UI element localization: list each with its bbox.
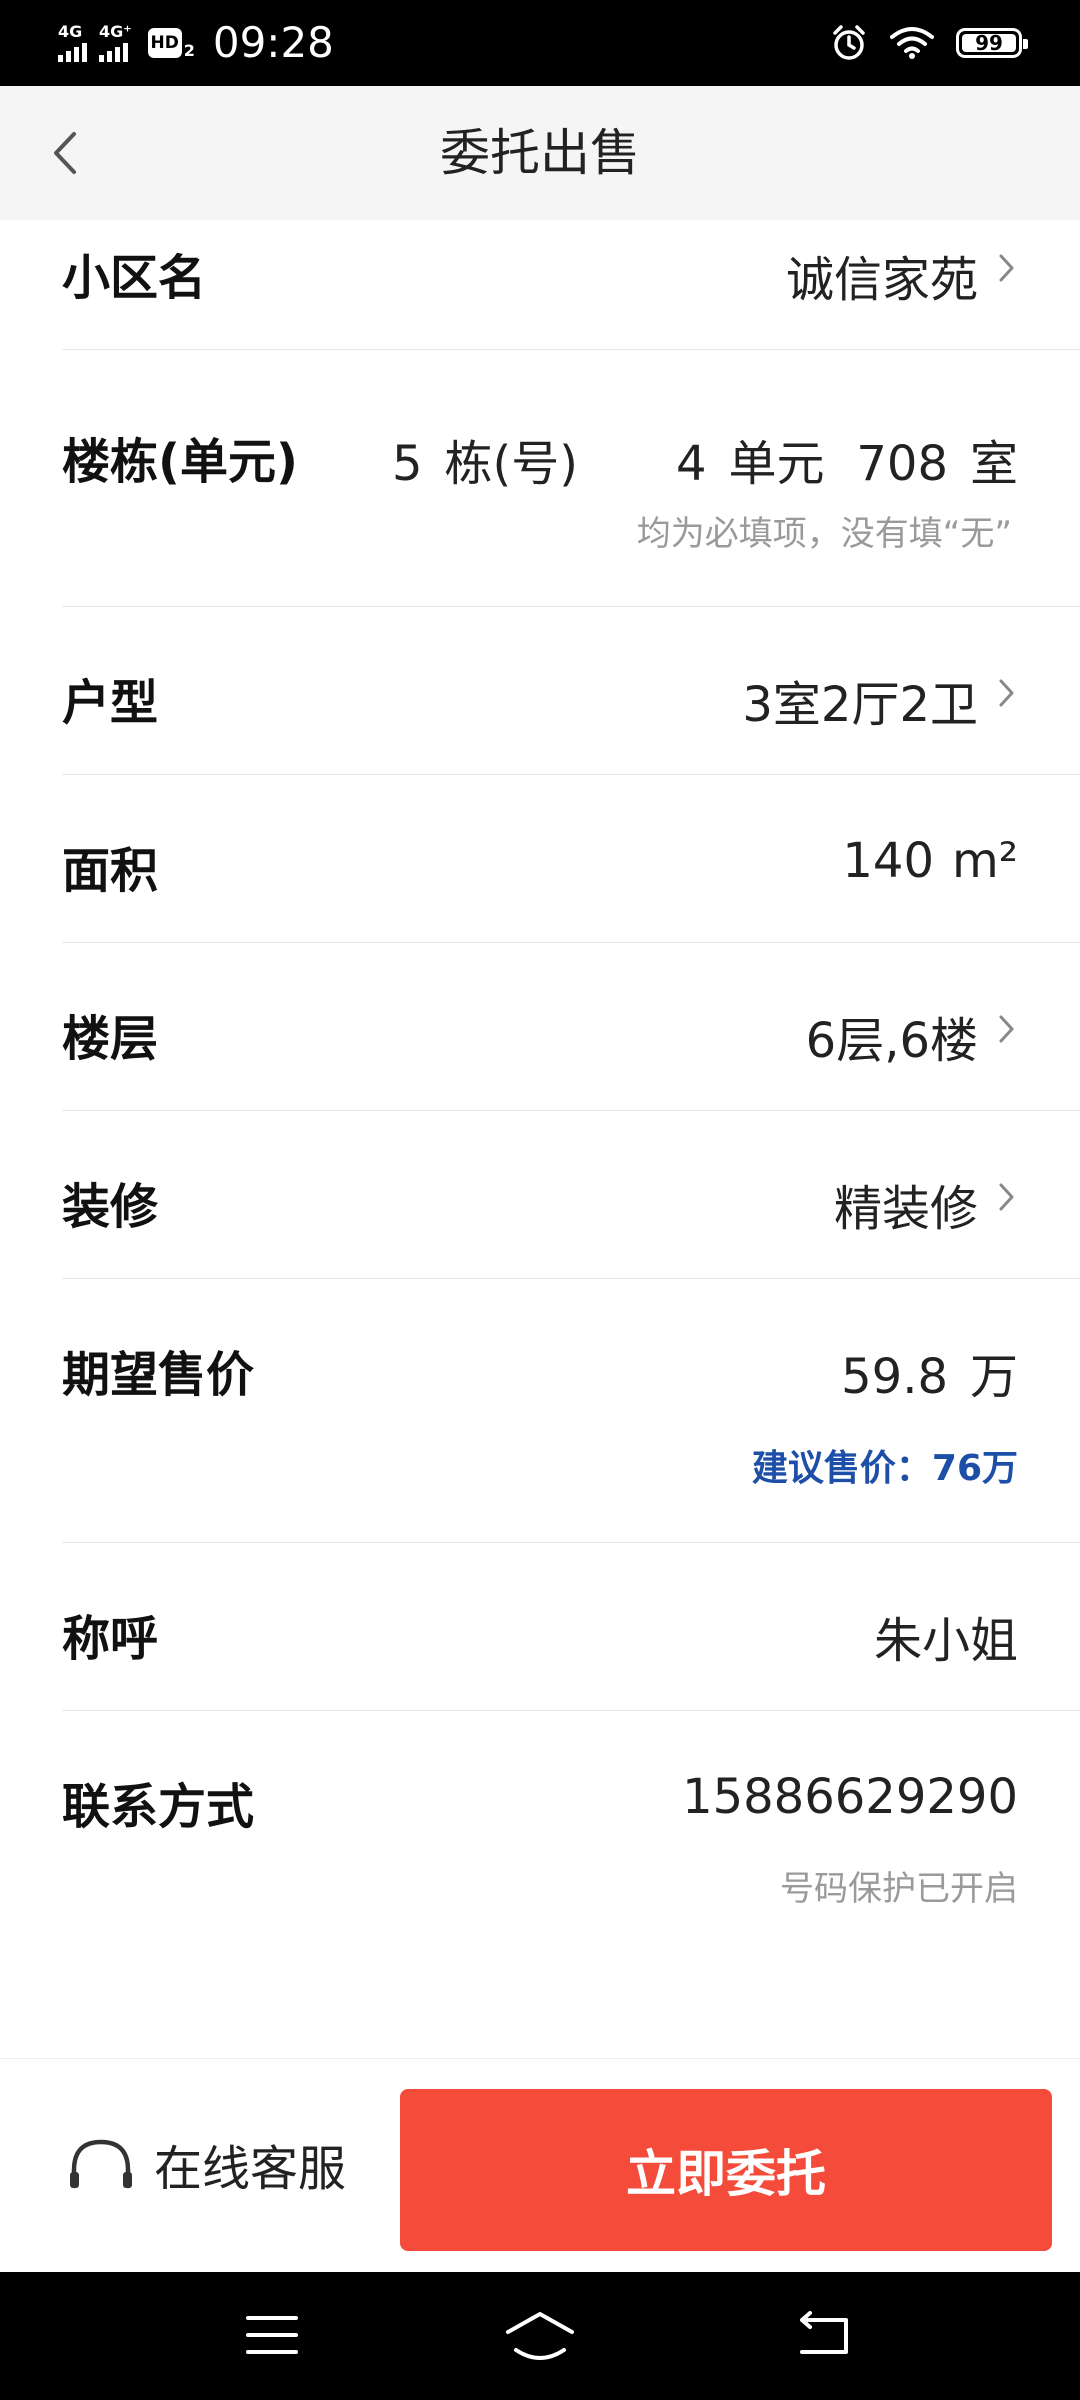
chevron-right-icon (999, 1015, 1014, 1043)
building-number-input[interactable]: 5 (392, 436, 423, 492)
signal-2-label: 4G⁺ (99, 22, 132, 41)
room-number-input[interactable]: 708 (856, 436, 948, 492)
battery-level: 99 (975, 31, 1003, 55)
layout-value[interactable]: 3室2厅2卫 (742, 665, 978, 735)
area-input[interactable]: 140 (842, 833, 934, 889)
online-service-label: 在线客服 (154, 2141, 347, 2197)
unit-number-input[interactable]: 4 (676, 436, 707, 492)
area-unit-label: m² (952, 833, 1018, 889)
battery-icon: 99 (956, 28, 1028, 58)
name-label: 称呼 (62, 1611, 159, 1667)
building-label: 楼栋(单元) (62, 434, 298, 490)
area-value-group: 140 m² (842, 833, 1018, 889)
signal-1-label: 4G (58, 22, 83, 41)
row-price: 期望售价 59.8 万 建议售价：76万 (0, 1279, 1080, 1543)
signal-1: 4G (58, 24, 87, 62)
signal-bars-icon (99, 40, 128, 62)
online-service-button[interactable]: 在线客服 (66, 2109, 346, 2219)
price-input[interactable]: 59.8 (841, 1349, 948, 1405)
price-value-group: 59.8 万 (841, 1337, 1018, 1407)
contact-input[interactable]: 15886629290 (682, 1769, 1018, 1825)
row-community[interactable]: 小区名 诚信家苑 (0, 220, 1080, 350)
community-label: 小区名 (62, 250, 207, 306)
page-header: 委托出售 (0, 86, 1080, 220)
decoration-label: 装修 (62, 1179, 159, 1235)
building-number-group: 5 栋(号) (392, 424, 578, 494)
building-hint: 均为必填项，没有填“无” (636, 514, 1012, 554)
community-value[interactable]: 诚信家苑 (786, 240, 978, 310)
unit-unit-label: 单元 (728, 436, 825, 492)
row-decoration[interactable]: 装修 精装修 (0, 1111, 1080, 1279)
contact-label: 联系方式 (62, 1779, 255, 1835)
alarm-icon (833, 25, 865, 60)
decoration-value[interactable]: 精装修 (834, 1169, 978, 1239)
floor-label: 楼层 (62, 1011, 159, 1067)
building-unit-label: 栋(号) (444, 436, 579, 492)
row-floor[interactable]: 楼层 6层,6楼 (0, 943, 1080, 1111)
row-name: 称呼 朱小姐 (0, 1543, 1080, 1711)
signal-2: 4G⁺ (99, 24, 132, 62)
chevron-right-icon (999, 1183, 1014, 1211)
entrust-now-button[interactable]: 立即委托 (400, 2089, 1052, 2251)
row-building: 楼栋(单元) 5 栋(号) 4 单元 708 室 均为必填项，没有填“无” (0, 350, 1080, 607)
row-area: 面积 140 m² (0, 775, 1080, 943)
signal-bars-icon (58, 40, 87, 62)
hd-sub-label: 2 (183, 40, 195, 60)
room-unit-label: 室 (969, 436, 1018, 492)
room-number-group: 708 室 (856, 424, 1018, 494)
page-title: 委托出售 (440, 124, 640, 182)
headset-icon (70, 2139, 132, 2189)
area-label: 面积 (62, 843, 159, 899)
suggested-price: 建议售价：76万 (751, 1448, 1018, 1489)
status-left: 4G 4G⁺ HD 2 09:28 (58, 18, 334, 68)
row-layout[interactable]: 户型 3室2厅2卫 (0, 607, 1080, 775)
status-right: 99 (830, 20, 1028, 66)
home-icon[interactable] (504, 2310, 576, 2362)
system-nav-bar (0, 2272, 1080, 2400)
number-protection-hint: 号码保护已开启 (780, 1869, 1018, 1909)
status-bar: 4G 4G⁺ HD 2 09:28 99 (0, 0, 1080, 86)
chevron-right-icon (999, 254, 1014, 282)
clock-time: 09:28 (212, 18, 334, 67)
wifi-icon (890, 27, 934, 59)
menu-icon[interactable] (244, 2310, 300, 2360)
unit-number-group: 4 单元 (676, 424, 825, 494)
layout-label: 户型 (62, 675, 159, 731)
bottom-action-bar: 在线客服 立即委托 (0, 2058, 1080, 2272)
back-nav-icon[interactable] (796, 2310, 852, 2360)
floor-value[interactable]: 6层,6楼 (806, 1001, 978, 1071)
price-unit-label: 万 (969, 1349, 1018, 1405)
chevron-right-icon (999, 679, 1014, 707)
name-input[interactable]: 朱小姐 (874, 1601, 1018, 1671)
row-contact: 联系方式 15886629290 号码保护已开启 (0, 1711, 1080, 1941)
price-label: 期望售价 (62, 1347, 255, 1403)
hd-badge-icon: HD (147, 28, 182, 58)
